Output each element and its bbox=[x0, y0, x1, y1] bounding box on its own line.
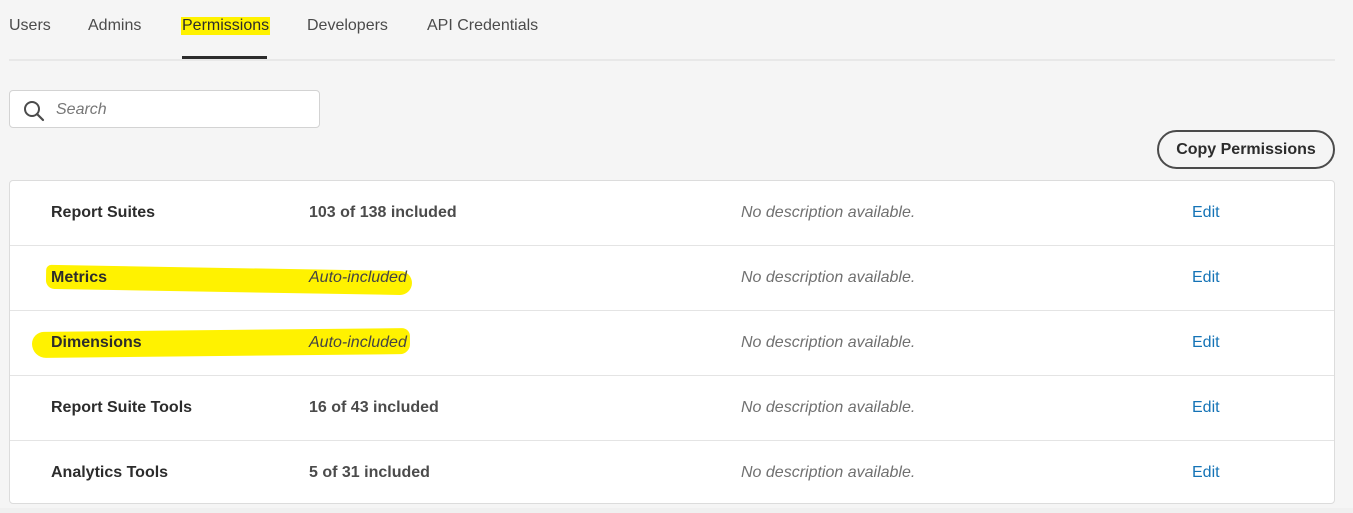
edit-link[interactable]: Edit bbox=[1192, 399, 1220, 417]
tab-users[interactable]: Users bbox=[9, 17, 51, 35]
copy-permissions-button[interactable]: Copy Permissions bbox=[1157, 130, 1335, 169]
row-count: 103 of 138 included bbox=[309, 204, 457, 221]
table-row: Dimensions Auto-included No description … bbox=[10, 311, 1334, 376]
row-name: Report Suites bbox=[51, 204, 156, 221]
tab-permissions[interactable]: Permissions bbox=[181, 17, 271, 35]
row-description: No description available. bbox=[741, 464, 916, 481]
table-row: Report Suites 103 of 138 included No des… bbox=[10, 181, 1334, 246]
permissions-table: Report Suites 103 of 138 included No des… bbox=[9, 180, 1335, 504]
search-input[interactable] bbox=[54, 97, 308, 123]
edit-link[interactable]: Edit bbox=[1192, 269, 1220, 287]
edit-link[interactable]: Edit bbox=[1192, 464, 1220, 482]
tab-developers[interactable]: Developers bbox=[307, 17, 388, 35]
tab-bar: Users Admins Permissions Developers API … bbox=[9, 0, 1335, 61]
tab-admins[interactable]: Admins bbox=[88, 17, 141, 35]
row-name: Report Suite Tools bbox=[51, 399, 193, 416]
row-count: 16 of 43 included bbox=[309, 399, 439, 416]
table-row: Report Suite Tools 16 of 43 included No … bbox=[10, 376, 1334, 441]
row-description: No description available. bbox=[741, 399, 916, 416]
edit-link[interactable]: Edit bbox=[1192, 334, 1220, 352]
search-icon bbox=[24, 101, 45, 122]
row-count: Auto-included bbox=[309, 269, 407, 286]
row-name: Metrics bbox=[51, 269, 108, 286]
edit-link[interactable]: Edit bbox=[1192, 204, 1220, 222]
table-row: Analytics Tools 5 of 31 included No desc… bbox=[10, 441, 1334, 503]
row-description: No description available. bbox=[741, 334, 916, 351]
search-box[interactable] bbox=[9, 90, 320, 128]
active-tab-indicator bbox=[182, 56, 267, 59]
row-description: No description available. bbox=[741, 204, 916, 221]
row-description: No description available. bbox=[741, 269, 916, 286]
row-count: Auto-included bbox=[309, 334, 407, 351]
row-count: 5 of 31 included bbox=[309, 464, 430, 481]
bottom-divider bbox=[0, 508, 1353, 513]
row-name: Analytics Tools bbox=[51, 464, 169, 481]
tab-permissions-label: Permissions bbox=[181, 17, 271, 35]
tab-api-credentials[interactable]: API Credentials bbox=[427, 17, 538, 35]
row-name: Dimensions bbox=[51, 334, 142, 351]
table-row: Metrics Auto-included No description ava… bbox=[10, 246, 1334, 311]
